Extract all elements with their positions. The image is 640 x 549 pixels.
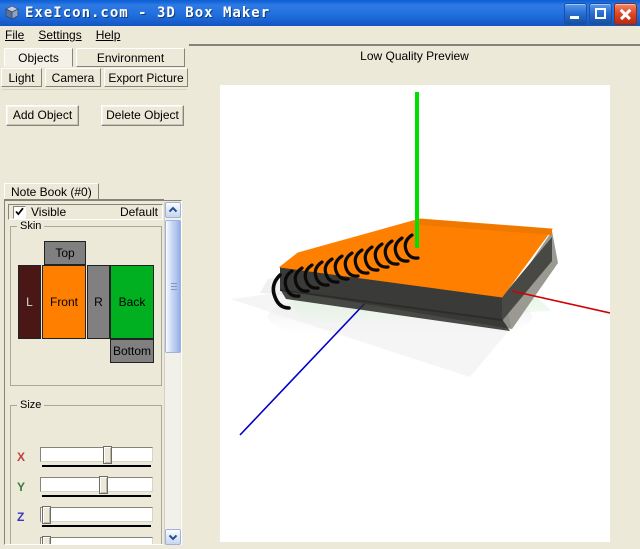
property-pane-content: Visible Default Skin Top L Front R Back … — [5, 201, 165, 544]
delete-object-button[interactable]: Delete Object — [101, 105, 184, 126]
size-x-thumb[interactable] — [103, 446, 113, 464]
size-x-slider[interactable] — [40, 446, 153, 467]
skin-face-front[interactable]: Front — [42, 265, 86, 339]
object-tab-notebook[interactable]: Note Book (#0) — [4, 183, 99, 200]
visible-checkbox[interactable] — [13, 205, 26, 219]
tab-environment[interactable]: Environment — [76, 48, 185, 67]
size-z-track — [40, 507, 153, 522]
size-y-thumb[interactable] — [98, 476, 108, 494]
menu-bar: File Settings Help — [0, 26, 640, 44]
skin-group-caption: Skin — [17, 220, 45, 232]
preview-title: Low Quality Preview — [360, 49, 469, 63]
menu-settings-label: Settings — [38, 28, 82, 42]
skin-face-bottom[interactable]: Bottom — [110, 339, 154, 363]
preview-panel: Low Quality Preview — [189, 44, 640, 542]
size-group-caption: Size — [17, 399, 45, 411]
size-next-track — [40, 537, 153, 544]
size-group: Size X Y Z — [10, 399, 162, 544]
tab-export-picture[interactable]: Export Picture — [104, 68, 188, 87]
size-next-slider[interactable] — [40, 536, 153, 544]
minimize-icon[interactable] — [564, 3, 587, 25]
size-x-label: X — [17, 450, 26, 464]
preview-canvas[interactable] — [220, 85, 610, 542]
title-bar: ExeIcon.com - 3D Box Maker — [0, 0, 640, 26]
window-title: ExeIcon.com - 3D Box Maker — [25, 5, 271, 21]
menu-file[interactable]: File — [5, 28, 24, 42]
preview-3d-scene — [220, 85, 610, 542]
size-y-label: Y — [17, 480, 26, 494]
tab-camera[interactable]: Camera — [45, 68, 101, 87]
size-y-track — [40, 477, 153, 492]
size-z-label: Z — [17, 510, 25, 524]
scrollbar-thumb[interactable] — [165, 220, 181, 353]
size-z-slider[interactable] — [40, 506, 153, 527]
client-area: Objects Environment Light Camera Export … — [0, 44, 640, 545]
chevron-up-icon[interactable] — [165, 202, 181, 218]
toolbar-divider — [2, 89, 187, 90]
property-scrollbar[interactable] — [164, 202, 181, 545]
skin-face-right[interactable]: R — [87, 265, 110, 339]
skin-group: Skin Top L Front R Back Bottom — [10, 220, 162, 386]
chevron-down-icon[interactable] — [165, 529, 181, 545]
main-tab-row: Objects Environment — [4, 48, 185, 67]
sub-tab-row: Light Camera Export Picture — [1, 68, 188, 87]
cube-icon — [4, 5, 20, 21]
left-panel: Objects Environment Light Camera Export … — [0, 44, 189, 545]
preview-top-divider — [189, 44, 640, 46]
scrollbar-grip-icon — [171, 282, 177, 291]
skin-face-left[interactable]: L — [18, 265, 41, 339]
size-x-baseline — [42, 465, 151, 467]
skin-face-top[interactable]: Top — [44, 241, 86, 265]
window-controls — [564, 3, 637, 25]
size-x-track — [40, 447, 153, 462]
default-label[interactable]: Default — [120, 205, 158, 219]
size-y-baseline — [42, 495, 151, 497]
skin-face-back[interactable]: Back — [110, 265, 154, 339]
menu-file-label: File — [5, 28, 25, 42]
property-pane: Visible Default Skin Top L Front R Back … — [4, 200, 182, 545]
menu-help[interactable]: Help — [96, 28, 121, 42]
tab-objects[interactable]: Objects — [4, 48, 73, 67]
size-z-thumb[interactable] — [42, 506, 52, 524]
tab-light[interactable]: Light — [1, 68, 42, 87]
add-object-button[interactable]: Add Object — [6, 105, 79, 126]
visible-label: Visible — [31, 205, 67, 219]
size-y-slider[interactable] — [40, 476, 153, 497]
size-next-thumb[interactable] — [42, 536, 52, 544]
maximize-icon[interactable] — [589, 3, 612, 25]
menu-help-label: Help — [95, 28, 121, 42]
close-icon[interactable] — [614, 3, 637, 25]
visible-row: Visible Default — [8, 204, 163, 220]
menu-settings[interactable]: Settings — [38, 28, 81, 42]
